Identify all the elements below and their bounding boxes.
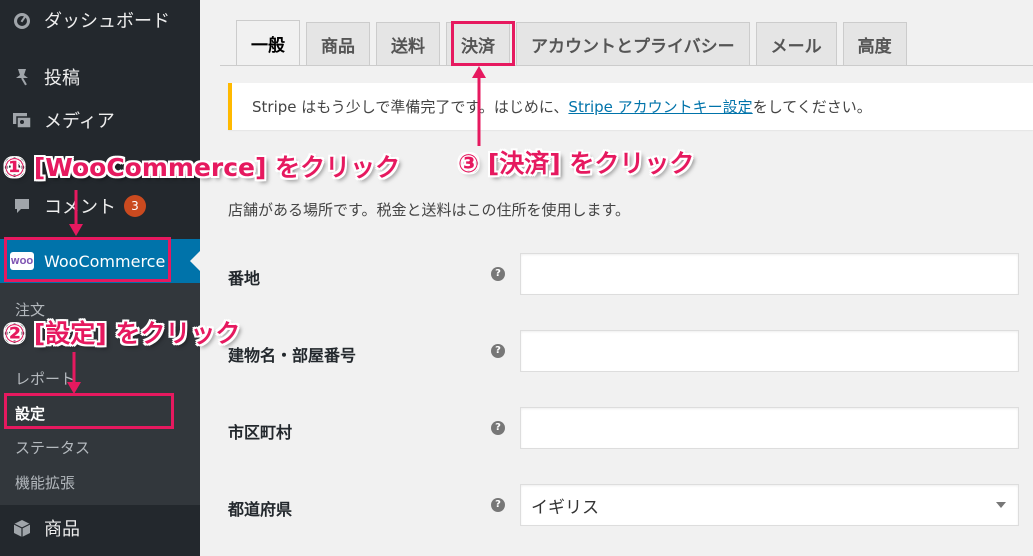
- tab-accounts-privacy[interactable]: アカウントとプライバシー: [516, 22, 750, 65]
- stripe-settings-link[interactable]: Stripe アカウントキー設定: [568, 96, 752, 117]
- field-label: 都道府県: [228, 500, 293, 519]
- annotation-step-3: ③ [決済] をクリック: [458, 149, 695, 178]
- menu-item-comments[interactable]: コメント 3: [0, 186, 200, 226]
- menu-label-media: メディア: [44, 111, 115, 132]
- tab-general[interactable]: 一般: [236, 20, 300, 65]
- arrow-up-icon: [472, 66, 486, 146]
- help-icon[interactable]: ?: [491, 498, 505, 512]
- form-row-address-1: 番地 ?: [228, 253, 1033, 297]
- menu-label-dashboard: ダッシュボード: [44, 11, 170, 32]
- state-select[interactable]: イギリス: [520, 484, 1019, 526]
- tab-shipping[interactable]: 送料: [376, 22, 440, 65]
- comment-icon: [0, 196, 44, 216]
- highlight-woocommerce: [4, 237, 171, 282]
- box-icon: [0, 518, 44, 538]
- notice-text-after: をしてください。: [752, 98, 872, 116]
- stripe-notice: Stripe はもう少しで準備完了です。はじめに、 Stripe アカウントキー設…: [228, 83, 1033, 130]
- submenu-item-extensions[interactable]: 機能拡張: [15, 472, 75, 493]
- form-row-address-2: 建物名・部屋番号 ?: [228, 330, 1033, 374]
- media-icon: [0, 110, 44, 130]
- arrow-down-icon: [69, 190, 83, 236]
- form-row-state: 都道府県 ? イギリス: [228, 484, 1033, 528]
- chevron-down-icon: [996, 502, 1006, 508]
- menu-label-products: 商品: [44, 519, 80, 540]
- address-1-input[interactable]: [520, 253, 1019, 295]
- dashboard-icon: [0, 10, 44, 30]
- form-row-city: 市区町村 ?: [228, 407, 1033, 451]
- tab-advanced[interactable]: 高度: [842, 22, 907, 65]
- submenu-item-status[interactable]: ステータス: [15, 437, 90, 458]
- notice-text-before: Stripe はもう少しで準備完了です。はじめに、: [252, 98, 569, 116]
- address-2-input[interactable]: [520, 330, 1019, 372]
- menu-item-media[interactable]: メディア: [0, 100, 200, 140]
- field-label: 市区町村: [228, 423, 293, 442]
- annotation-step-2: ② [設定] をクリック: [4, 319, 241, 348]
- help-icon[interactable]: ?: [491, 267, 505, 281]
- arrow-down-icon: [67, 352, 81, 394]
- settings-tabs: 一般 商品 送料 決済 アカウントとプライバシー メール 高度: [236, 20, 913, 65]
- tab-emails[interactable]: メール: [755, 22, 837, 65]
- pushpin-icon: [0, 67, 44, 87]
- tabs-divider: [220, 65, 1033, 66]
- field-label: 建物名・部屋番号: [228, 346, 357, 365]
- comment-count-badge: 3: [124, 195, 146, 217]
- highlight-payments-tab: [451, 21, 515, 66]
- menu-item-posts[interactable]: 投稿: [0, 57, 200, 97]
- section-description: 店舗がある場所です。税金と送料はこの住所を使用します。: [228, 201, 631, 219]
- annotation-step-1: ① [WooCommerce] をクリック: [4, 153, 401, 182]
- tab-products[interactable]: 商品: [306, 22, 370, 65]
- help-icon[interactable]: ?: [491, 421, 505, 435]
- state-select-value: イギリス: [531, 497, 599, 518]
- menu-item-dashboard[interactable]: ダッシュボード: [0, 0, 200, 40]
- current-menu-arrow: [190, 251, 200, 271]
- highlight-settings: [4, 393, 174, 429]
- city-input[interactable]: [520, 407, 1019, 449]
- main-content: 一般 商品 送料 決済 アカウントとプライバシー メール 高度 Stripe は…: [200, 0, 1033, 556]
- menu-label-posts: 投稿: [44, 68, 80, 89]
- field-label: 番地: [228, 269, 261, 288]
- help-icon[interactable]: ?: [491, 344, 505, 358]
- menu-item-products[interactable]: 商品: [0, 508, 200, 548]
